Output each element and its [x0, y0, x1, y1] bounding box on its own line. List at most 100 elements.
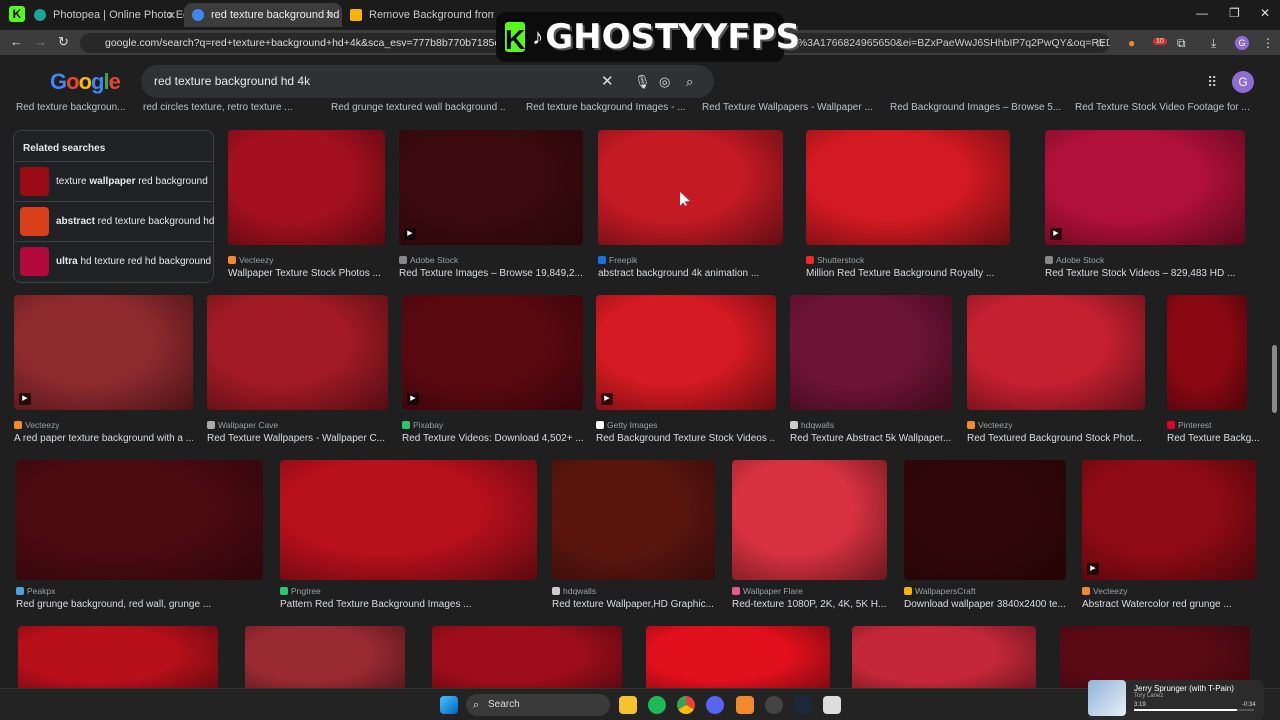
spotify-icon[interactable] — [648, 696, 666, 714]
close-window-icon[interactable]: ✕ — [1260, 6, 1270, 20]
windows-start-icon[interactable] — [440, 696, 458, 714]
result-source[interactable]: Wallpaper Cave — [207, 420, 278, 430]
result-caption[interactable]: Red texture background Images - ... — [526, 102, 701, 113]
tab-google-search[interactable]: red texture background hd 4k ✕ — [184, 3, 342, 27]
search-input[interactable]: red texture background hd 4k ✕ 🎙 ◎ ⌕ — [141, 65, 714, 98]
forward-icon[interactable]: → — [34, 34, 47, 49]
image-result-thumbnail[interactable]: ▶ — [1045, 130, 1245, 245]
result-source[interactable]: Adobe Stock — [399, 255, 458, 265]
extension-icon[interactable]: ● — [1128, 36, 1135, 50]
image-result-thumbnail[interactable] — [598, 130, 783, 245]
result-title[interactable]: Red Texture Wallpapers - Wallpaper C... — [207, 433, 388, 444]
tab-remove-background[interactable]: Remove Background from Imag — [342, 3, 494, 27]
result-caption[interactable]: Red Background Images – Browse 5... — [890, 102, 1065, 113]
discord-icon[interactable] — [706, 696, 724, 714]
editor-icon[interactable] — [823, 696, 841, 714]
image-result-thumbnail[interactable] — [1060, 626, 1250, 688]
image-result-thumbnail[interactable]: ▶ — [399, 130, 583, 245]
obs-icon[interactable] — [765, 696, 783, 714]
image-result-thumbnail[interactable] — [280, 460, 537, 580]
result-caption[interactable]: Red Texture Stock Video Footage for ... — [1075, 102, 1250, 113]
close-icon[interactable]: ✕ — [325, 9, 334, 22]
menu-icon[interactable]: ⋮ — [1262, 36, 1274, 50]
image-result-thumbnail[interactable] — [207, 295, 388, 410]
result-title[interactable]: abstract background 4k animation ... — [598, 268, 783, 279]
chrome-icon[interactable] — [677, 696, 695, 714]
result-title[interactable]: Red Texture Backg... — [1167, 433, 1267, 444]
result-source[interactable]: hdqwalls — [552, 586, 596, 596]
result-title[interactable]: Red Textured Background Stock Phot... — [967, 433, 1145, 444]
image-result-thumbnail[interactable] — [552, 460, 715, 580]
download-icon[interactable]: ⤓ — [1211, 36, 1216, 51]
track-progress[interactable] — [1134, 709, 1254, 711]
image-result-thumbnail[interactable] — [904, 460, 1066, 580]
vlc-icon[interactable] — [736, 696, 754, 714]
file-explorer-icon[interactable] — [619, 696, 637, 714]
page-scrollbar[interactable] — [1270, 55, 1278, 688]
image-result-thumbnail[interactable] — [732, 460, 887, 580]
result-title[interactable]: Red texture Wallpaper,HD Graphic... — [552, 599, 715, 610]
image-result-thumbnail[interactable] — [245, 626, 405, 688]
image-result-thumbnail[interactable] — [806, 130, 1010, 245]
extension-badge[interactable]: 10 — [1153, 38, 1167, 45]
bookmark-star-icon[interactable]: ☆ — [1095, 36, 1106, 50]
related-search-item[interactable]: abstract red texture background hd — [14, 201, 214, 241]
image-result-thumbnail[interactable] — [228, 130, 385, 245]
minimize-icon[interactable]: — — [1196, 6, 1208, 20]
image-result-thumbnail[interactable]: ▶ — [14, 295, 193, 410]
taskbar-search[interactable]: ⌕ Search — [466, 694, 610, 716]
image-result-thumbnail[interactable] — [432, 626, 622, 688]
result-caption[interactable]: Red Texture Wallpapers - Wallpaper ... — [702, 102, 877, 113]
result-source[interactable]: Vecteezy — [967, 420, 1013, 430]
result-title[interactable]: Red Background Texture Stock Videos ... — [596, 433, 776, 444]
result-source[interactable]: Vecteezy — [1082, 586, 1128, 596]
result-title[interactable]: Red Texture Videos: Download 4,502+ ... — [402, 433, 583, 444]
maximize-icon[interactable]: ❐ — [1229, 6, 1240, 20]
google-account-avatar[interactable]: G — [1232, 71, 1254, 93]
image-result-thumbnail[interactable] — [790, 295, 952, 410]
result-title[interactable]: Pattern Red Texture Background Images ..… — [280, 599, 537, 610]
result-title[interactable]: Abstract Watercolor red grunge ... — [1082, 599, 1256, 610]
clear-icon[interactable]: ✕ — [601, 65, 614, 98]
result-caption[interactable]: Red grunge textured wall background ... — [331, 102, 506, 113]
result-caption[interactable]: red circles texture, retro texture ... — [143, 102, 318, 113]
result-source[interactable]: Vecteezy — [14, 420, 60, 430]
result-title[interactable]: Wallpaper Texture Stock Photos ... — [228, 268, 388, 279]
result-title[interactable]: Red Texture Stock Videos – 829,483 HD ..… — [1045, 268, 1245, 279]
result-title[interactable]: Red Texture Images – Browse 19,849,2... — [399, 268, 583, 279]
lens-icon[interactable]: ◎ — [659, 65, 670, 98]
result-title[interactable]: Million Red Texture Background Royalty .… — [806, 268, 1010, 279]
result-source[interactable]: Getty Images — [596, 420, 658, 430]
result-source[interactable]: Adobe Stock — [1045, 255, 1104, 265]
result-source[interactable]: hdqwalls — [790, 420, 834, 430]
tab-photopea[interactable]: Photopea | Online Photo Editor ✕ — [26, 3, 184, 27]
back-icon[interactable]: ← — [10, 34, 23, 49]
scrollbar-thumb[interactable] — [1272, 345, 1277, 413]
result-source[interactable]: Shutterstock — [806, 255, 864, 265]
related-search-item[interactable]: ultra hd texture red hd background — [14, 241, 213, 281]
apps-grid-icon[interactable]: ⠿ — [1207, 74, 1217, 91]
reload-icon[interactable]: ↻ — [58, 34, 69, 50]
image-result-thumbnail[interactable] — [16, 460, 263, 580]
image-result-thumbnail[interactable] — [852, 626, 1036, 688]
result-title[interactable]: Red grunge background, red wall, grunge … — [16, 599, 263, 610]
puzzle-icon[interactable]: ⧉ — [1177, 36, 1186, 51]
image-result-thumbnail[interactable] — [18, 626, 218, 688]
result-source[interactable]: Pinterest — [1167, 420, 1212, 430]
microphone-icon[interactable]: 🎙 — [634, 65, 651, 98]
result-source[interactable]: Pngtree — [280, 586, 321, 596]
steam-icon[interactable] — [794, 696, 812, 714]
result-source[interactable]: Freepik — [598, 255, 637, 265]
result-source[interactable]: WallpapersCraft — [904, 586, 976, 596]
close-icon[interactable]: ✕ — [167, 9, 176, 22]
image-result-thumbnail[interactable] — [967, 295, 1145, 410]
result-title[interactable]: Red-texture 1080P, 2K, 4K, 5K H... — [732, 599, 892, 610]
search-icon[interactable]: ⌕ — [686, 65, 693, 98]
result-title[interactable]: A red paper texture background with a ..… — [14, 433, 193, 444]
profile-avatar[interactable]: G — [1235, 36, 1249, 50]
related-search-item[interactable]: texture wallpaper red background — [14, 161, 213, 201]
media-player-widget[interactable]: Jerry Sprunger (with T-Pain) Tory Lanez … — [1088, 680, 1264, 720]
image-result-thumbnail[interactable]: ▶ — [596, 295, 776, 410]
image-result-thumbnail[interactable] — [646, 626, 830, 688]
image-result-thumbnail[interactable] — [1167, 295, 1247, 410]
